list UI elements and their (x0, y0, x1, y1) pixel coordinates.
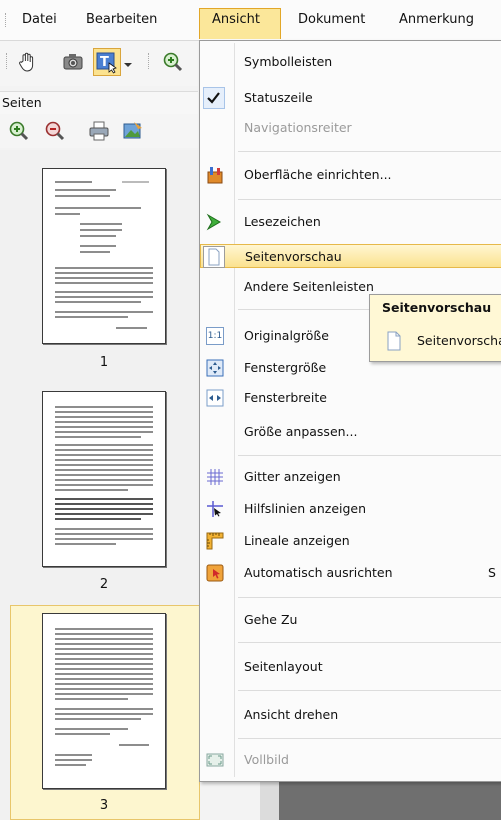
zoom-in-icon (9, 121, 29, 141)
menu-separator (238, 597, 501, 598)
menu-item-shortcut-partial: S (488, 565, 496, 580)
menu-item-label: Automatisch ausrichten (244, 565, 393, 580)
page-preview-icon (385, 331, 403, 351)
menu-item-label: Seitenvorschau (245, 249, 342, 264)
actual-size-icon: 1:1 (206, 327, 224, 345)
pages-panel-header: Seiten (0, 91, 198, 114)
menu-item-statuszeile[interactable]: Statuszeile (200, 86, 501, 110)
menu-item-label: Statuszeile (244, 90, 313, 105)
menu-item-label: Fensterbreite (244, 390, 327, 405)
page-preview-icon (203, 246, 225, 268)
menu-item-gehe-zu[interactable]: Gehe Zu (200, 608, 501, 632)
menubar-grip (5, 13, 9, 27)
guides-icon (206, 500, 224, 518)
menu-item-label: Andere Seitenleisten (244, 279, 374, 294)
fit-width-icon (206, 389, 224, 407)
menu-item-label: Seitenlayout (244, 659, 323, 674)
menu-separator (238, 151, 501, 152)
zoom-out-icon (45, 121, 65, 141)
page-image-icon (123, 122, 142, 139)
menu-separator (238, 690, 501, 691)
tooltip-title: Seitenvorschau (382, 300, 492, 315)
toolbar-grip (6, 53, 10, 69)
snapshot-button[interactable] (62, 51, 84, 73)
menu-separator (238, 738, 501, 739)
pages-panel-toolbar (0, 114, 198, 148)
svg-text:T: T (100, 55, 109, 70)
zoom-in-panel-button[interactable] (8, 120, 30, 142)
menu-item-lesezeichen[interactable]: Lesezeichen (200, 210, 501, 234)
menu-item-label: Lesezeichen (244, 214, 321, 229)
tooltip-seitenvorschau: Seitenvorschau Seitenvorschau (369, 294, 501, 362)
printer-icon (89, 121, 109, 141)
page-thumbnail-3[interactable] (42, 613, 166, 789)
hand-icon (19, 52, 34, 72)
ruler-icon (206, 532, 224, 550)
menu-item-label: Gehe Zu (244, 612, 298, 627)
fullscreen-icon (206, 751, 224, 769)
menu-item-fensterbreite[interactable]: Fensterbreite (200, 386, 501, 410)
menu-separator (238, 642, 501, 643)
checkmark-icon (203, 87, 225, 109)
page-number-2: 2 (99, 577, 109, 592)
menu-item-label: Fenstergröße (244, 360, 327, 375)
menu-item-oberflaeche-einrichten[interactable]: Oberfläche einrichten... (200, 163, 501, 187)
menu-item-symbolleisten[interactable]: Symbolleisten (200, 50, 501, 74)
menu-datei[interactable]: Datei (22, 11, 57, 29)
menu-item-automatisch-ausrichten[interactable]: Automatisch ausrichten S (200, 561, 501, 585)
menu-item-seitenvorschau[interactable]: Seitenvorschau (200, 244, 501, 268)
page-properties-button[interactable] (122, 120, 144, 142)
customize-ui-icon (206, 166, 224, 184)
tooltip-body: Seitenvorschau (417, 333, 501, 348)
menu-item-label: Symbolleisten (244, 54, 333, 69)
menu-item-label: Hilfslinien anzeigen (244, 501, 367, 516)
grid-icon (206, 468, 224, 486)
menu-item-lineale-anzeigen[interactable]: Lineale anzeigen (200, 529, 501, 553)
menu-item-ansicht-drehen[interactable]: Ansicht drehen (200, 703, 501, 727)
menu-separator (238, 199, 501, 200)
menu-item-label: Vollbild (244, 752, 289, 767)
menu-item-label: Lineale anzeigen (244, 533, 350, 548)
menu-bearbeiten[interactable]: Bearbeiten (86, 11, 157, 29)
page-number-1: 1 (99, 355, 109, 370)
print-pages-button[interactable] (88, 120, 110, 142)
page-thumbnail-2[interactable] (42, 391, 166, 567)
pages-panel-title: Seiten (2, 95, 42, 110)
menu-item-label: Navigationsreiter (244, 120, 352, 135)
menu-item-gitter-anzeigen[interactable]: Gitter anzeigen (200, 465, 501, 489)
dropdown-arrow-icon[interactable] (124, 63, 132, 67)
menu-item-label: Größe anpassen... (244, 424, 358, 439)
hand-tool-button[interactable] (16, 51, 38, 73)
menu-anmerkung[interactable]: Anmerkung (399, 11, 474, 29)
menu-ansicht[interactable]: Ansicht (212, 11, 260, 29)
zoom-out-panel-button[interactable] (44, 120, 66, 142)
menu-item-label: Gitter anzeigen (244, 469, 341, 484)
menu-separator (238, 455, 501, 456)
camera-icon (63, 54, 83, 70)
menu-item-hilfslinien-anzeigen[interactable]: Hilfslinien anzeigen (200, 497, 501, 521)
menu-item-label: Ansicht drehen (244, 707, 339, 722)
main-toolbar: T (0, 41, 198, 86)
zoom-in-toolbar-button[interactable] (162, 51, 184, 73)
menu-item-vollbild[interactable]: Vollbild (200, 748, 501, 772)
menu-item-label: Oberfläche einrichten... (244, 167, 392, 182)
toolbar-grip-2 (148, 53, 152, 69)
menu-item-label: Originalgröße (244, 328, 329, 343)
menu-dokument[interactable]: Dokument (298, 11, 365, 29)
text-select-icon: T (96, 52, 117, 74)
page-number-3: 3 (99, 798, 109, 813)
menu-item-navigationsreiter[interactable]: Navigationsreiter (200, 116, 501, 140)
view-menu-dropdown: Symbolleisten Statuszeile Navigationsrei… (199, 40, 501, 782)
select-text-button[interactable]: T (93, 48, 121, 76)
menu-item-groesse-anpassen[interactable]: Größe anpassen... (200, 420, 501, 444)
page-thumbnail-1[interactable] (42, 168, 166, 344)
bookmark-icon (206, 213, 224, 231)
zoom-in-icon (163, 52, 183, 72)
menu-item-seitenlayout[interactable]: Seitenlayout (200, 655, 501, 679)
fit-window-icon (206, 359, 224, 377)
snap-icon (206, 564, 224, 582)
menu-bar: Datei Bearbeiten Ansicht Dokument Anmerk… (0, 0, 501, 41)
